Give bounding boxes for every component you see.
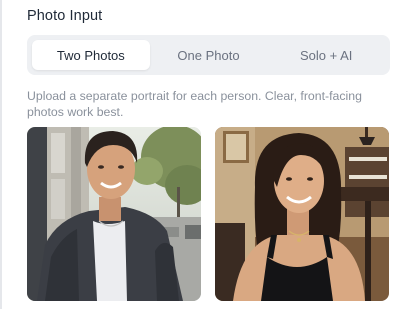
mode-two-photos-tab[interactable]: Two Photos — [32, 40, 150, 70]
photo-mode-selector: Two Photos One Photo Solo + AI — [27, 35, 390, 75]
photo-input-panel: Photo Input Two Photos One Photo Solo + … — [0, 0, 413, 309]
section-title: Photo Input — [27, 8, 103, 24]
portrait-image-woman — [215, 127, 389, 301]
mode-one-photo-tab[interactable]: One Photo — [150, 40, 268, 70]
portrait-image-man — [27, 127, 201, 301]
portrait-photo-2[interactable] — [215, 127, 389, 301]
upload-hint: Upload a separate portrait for each pers… — [27, 89, 362, 119]
mode-solo-ai-tab[interactable]: Solo + AI — [267, 40, 385, 70]
portrait-photo-1[interactable] — [27, 127, 201, 301]
